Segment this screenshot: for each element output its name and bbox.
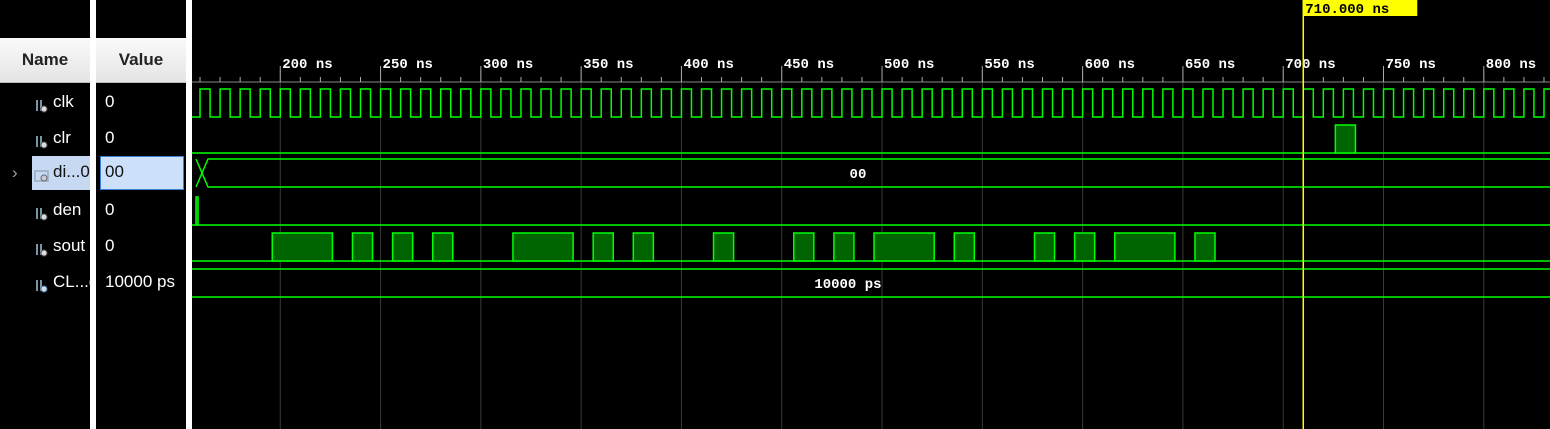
sout-pulse <box>953 232 976 262</box>
clk-waveform <box>192 88 1550 118</box>
timeline-tick-label: 700 ns <box>1285 57 1335 73</box>
sout-pulse <box>873 232 935 262</box>
din-bus-lower <box>195 158 1550 188</box>
bit-signal-icon <box>34 202 50 221</box>
timeline-tick-label: 600 ns <box>1085 57 1135 73</box>
din-bus-upper <box>195 158 1550 188</box>
sout-pulse <box>512 232 574 262</box>
signal-value-row-clkp[interactable]: 10000 ps <box>96 267 186 297</box>
signal-name-row-clkp[interactable]: CL...d <box>0 267 90 297</box>
signal-value-row-din[interactable]: 00 <box>96 157 186 187</box>
signal-value: 0 <box>105 236 115 255</box>
timeline-tick-label: 400 ns <box>683 57 733 73</box>
timeline-tick-label: 750 ns <box>1386 57 1436 73</box>
parameter-icon <box>34 274 50 293</box>
sout-pulse <box>1113 232 1176 262</box>
timeline-tick-label: 250 ns <box>383 57 433 73</box>
signal-value-row-clr[interactable]: 0 <box>96 123 186 153</box>
signal-value-row-sout[interactable]: 0 <box>96 231 186 261</box>
signal-name: di...0 <box>53 162 90 181</box>
sout-pulse <box>351 232 374 262</box>
signal-name-row-clr[interactable]: clr <box>0 123 90 153</box>
den-pulse <box>195 196 199 226</box>
timeline-tick-label: 350 ns <box>583 57 633 73</box>
waveform-canvas[interactable]: 200 ns 250 ns 300 ns 350 ns 400 ns 450 ns 500 … <box>192 0 1550 429</box>
bit-signal-icon <box>34 94 50 113</box>
signal-value: 0 <box>105 92 115 111</box>
sout-pulse <box>1033 232 1056 262</box>
timeline-tick-label: 550 ns <box>984 57 1034 73</box>
signal-value: 0 <box>105 200 115 219</box>
value-column-header[interactable]: Value <box>96 38 186 83</box>
timeline-tick-label: 300 ns <box>483 57 533 73</box>
cursor-time-label: 710.000 ns <box>1305 2 1389 18</box>
bit-signal-icon <box>34 130 50 149</box>
timeline-tick-label: 200 ns <box>282 57 332 73</box>
sout-pulse <box>391 232 414 262</box>
timeline-tick-label: 650 ns <box>1185 57 1235 73</box>
sout-pulse <box>271 232 334 262</box>
signal-name: den <box>53 200 82 219</box>
sout-pulse <box>632 232 655 262</box>
signal-name: clk <box>53 92 74 111</box>
name-column-header[interactable]: Name <box>0 38 90 83</box>
signal-name: clr <box>53 128 71 147</box>
signal-name-row-den[interactable]: den <box>0 195 90 225</box>
timeline-tick-label: 500 ns <box>884 57 934 73</box>
bit-signal-icon <box>34 238 50 257</box>
sout-pulse <box>1073 232 1096 262</box>
signal-name: sout <box>53 236 86 255</box>
signal-value: 0 <box>105 128 115 147</box>
signal-value-row-clk[interactable]: 0 <box>96 87 186 117</box>
sout-pulse <box>833 232 855 262</box>
din-bus-value: 00 <box>850 167 867 183</box>
sout-pulse <box>431 232 454 262</box>
timeline-tick-label: 800 ns <box>1486 57 1536 73</box>
signal-name-row-din[interactable]: di...0 <box>0 157 90 187</box>
sout-pulse <box>712 232 735 262</box>
sout-pulse <box>592 232 614 262</box>
signal-name: CL...d <box>53 272 90 291</box>
clr-pulse <box>1334 124 1357 154</box>
sout-pulse <box>793 232 815 262</box>
signal-value: 10000 ps <box>105 272 175 291</box>
signal-name-row-sout[interactable]: sout <box>0 231 90 261</box>
signal-value-row-den[interactable]: 0 <box>96 195 186 225</box>
timeline-tick-label: 450 ns <box>784 57 834 73</box>
bus-signal-icon <box>34 164 50 182</box>
clk-period-value: 10000 ps <box>814 277 881 293</box>
sout-pulse <box>1194 232 1216 262</box>
signal-value: 00 <box>105 162 124 181</box>
signal-name-row-clk[interactable]: clk <box>0 87 90 117</box>
